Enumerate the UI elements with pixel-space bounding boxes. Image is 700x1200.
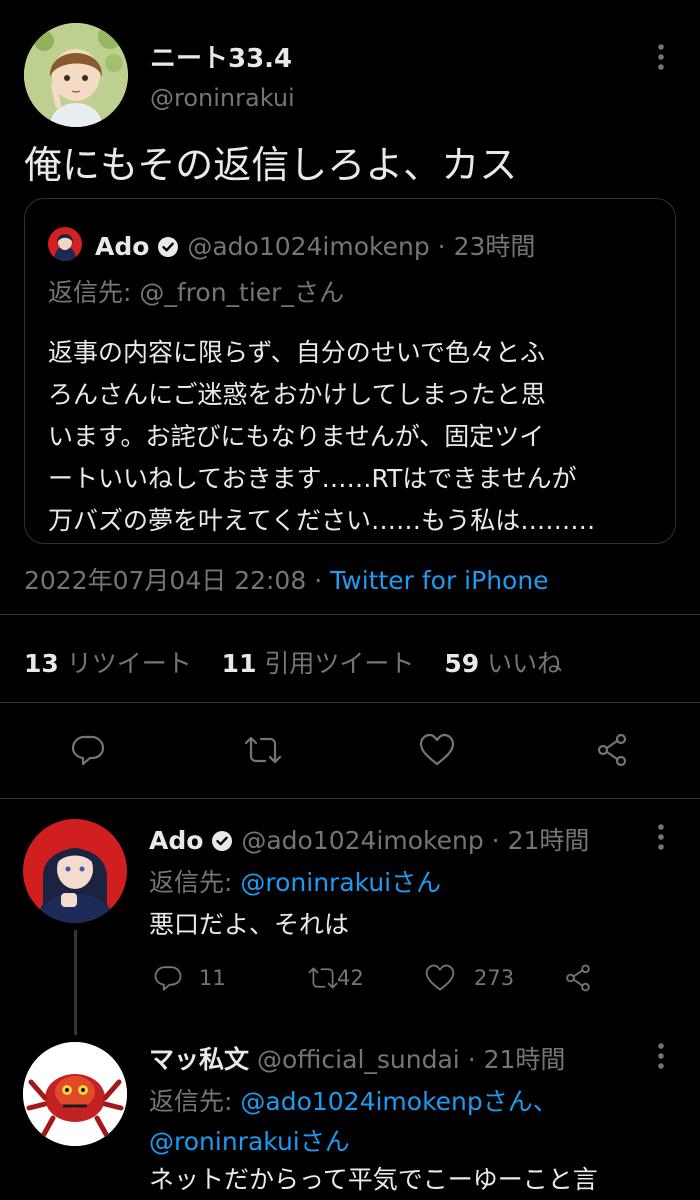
reply-to-prefix: 返信先: — [149, 868, 241, 897]
reply-replying-to: 返信先: @ado1024imokenpさん、 @roninrakuiさん — [149, 1082, 558, 1162]
avatar-illustration — [24, 23, 128, 127]
retweets-label: リツイート — [66, 649, 192, 678]
tweet-meta: 2022年07月04日 22:08 · Twitter for iPhone — [24, 561, 549, 597]
reply-count: 11 — [199, 966, 226, 990]
tweet-timestamp[interactable]: 2022年07月04日 22:08 — [24, 566, 306, 595]
quoted-body-line: ろんさんにご迷惑をおかけしてしまったと思 — [48, 380, 546, 409]
quotes-count: 11 — [221, 649, 257, 678]
reply-time[interactable]: 21時間 — [508, 826, 590, 855]
share-icon[interactable] — [594, 732, 630, 768]
reply-to-handle-link[interactable]: @ado1024imokenp — [240, 1087, 482, 1116]
quotes-stat[interactable]: 11 引用ツイート — [222, 649, 415, 678]
likes-label: いいね — [487, 649, 563, 678]
quoted-body: 返事の内容に限らず、自分のせいで色々とふ ろんさんにご迷惑をおかけしてしまったと… — [48, 332, 595, 542]
main-tweet-text: 俺にもその返信しろよ、カス — [24, 143, 518, 187]
avatar-reply-author[interactable] — [23, 1042, 127, 1146]
reply-to-suffix: さん — [299, 1127, 350, 1156]
reply-author-name[interactable]: Ado — [149, 826, 203, 855]
like-count: 273 — [474, 966, 515, 990]
separator-dot: · — [491, 826, 500, 855]
avatar-reply-author[interactable] — [23, 819, 127, 923]
retweets-stat[interactable]: 13 リツイート — [24, 649, 192, 678]
verified-icon — [158, 237, 179, 257]
quoted-body-line: います。お詫びにもなりませんが、固定ツイ — [48, 422, 545, 451]
quoted-reply-to-handle: @_fron_tier_ — [139, 278, 294, 307]
separator-dot: · — [437, 232, 446, 261]
like-icon[interactable] — [418, 732, 456, 768]
quoted-reply-to: 返信先: @_fron_tier_さん — [48, 273, 344, 309]
separator-dot: · — [314, 566, 323, 595]
avatar-quoted-author — [48, 227, 82, 261]
reply-text: 悪口だよ、それは — [149, 910, 350, 939]
quoted-time: 23時間 — [453, 232, 536, 261]
divider — [0, 798, 700, 799]
verified-icon — [212, 831, 233, 851]
quoted-tweet-card[interactable]: Ado @ado1024imokenp · 23時間 返信先: @_fron_t… — [24, 198, 676, 544]
quoted-reply-to-suffix: さん — [293, 278, 344, 307]
divider — [0, 702, 700, 703]
more-icon[interactable] — [655, 822, 667, 856]
reply-time[interactable]: 21時間 — [484, 1045, 566, 1074]
divider — [0, 614, 700, 615]
reply-thread-line — [74, 930, 77, 1035]
quoted-reply-to-prefix: 返信先: — [48, 278, 140, 307]
avatar-main-author[interactable] — [24, 23, 128, 127]
reply-icon[interactable] — [70, 732, 106, 768]
more-icon[interactable] — [655, 42, 667, 72]
main-author-handle[interactable]: @roninrakui — [150, 84, 295, 112]
share-icon[interactable] — [563, 963, 593, 993]
quoted-body-line: 返事の内容に限らず、自分のせいで色々とふ — [48, 338, 546, 367]
likes-count: 59 — [444, 649, 480, 678]
reply-author-handle[interactable]: @ado1024imokenp — [241, 826, 483, 855]
reply-text: ネットだからって平気でこーゆーこと言 — [149, 1165, 598, 1194]
reply-to-handle-link[interactable]: @roninrakui — [149, 1127, 300, 1156]
reply-to-suffix: さん — [391, 868, 442, 897]
reply-icon[interactable] — [153, 963, 183, 993]
more-icon[interactable] — [655, 1041, 667, 1075]
quoted-author-handle: @ado1024imokenp — [187, 232, 430, 261]
retweet-icon[interactable] — [243, 732, 283, 768]
retweet-count: 42 — [337, 966, 364, 990]
like-icon[interactable] — [424, 963, 456, 993]
separator-dot: · — [467, 1045, 476, 1074]
main-author-name[interactable]: ニート33.4 — [150, 38, 292, 75]
reply-replying-to: 返信先: @roninrakuiさん — [149, 863, 441, 899]
retweet-icon[interactable] — [307, 963, 339, 993]
reply-to-prefix: 返信先: — [149, 1087, 241, 1116]
quotes-label: 引用ツイート — [264, 649, 415, 678]
quoted-author-name: Ado — [95, 232, 150, 261]
tweet-client-link[interactable]: Twitter for iPhone — [330, 566, 548, 595]
reply-to-suffix: さん、 — [482, 1087, 558, 1116]
reply-author-handle[interactable]: @official_sundai — [257, 1045, 460, 1074]
likes-stat[interactable]: 59 いいね — [444, 649, 562, 678]
retweets-count: 13 — [24, 649, 59, 678]
quoted-body-line: ートいいねしておきます……RTはできませんが — [48, 464, 577, 493]
tweet-stats: 13 リツイート 11 引用ツイート 59 いいね — [24, 644, 562, 680]
quoted-body-line: 万バズの夢を叶えてください……もう私は……… — [48, 506, 596, 535]
reply-to-handle-link[interactable]: @roninrakui — [240, 868, 391, 897]
reply-author-name[interactable]: マッ私文 — [149, 1045, 249, 1074]
